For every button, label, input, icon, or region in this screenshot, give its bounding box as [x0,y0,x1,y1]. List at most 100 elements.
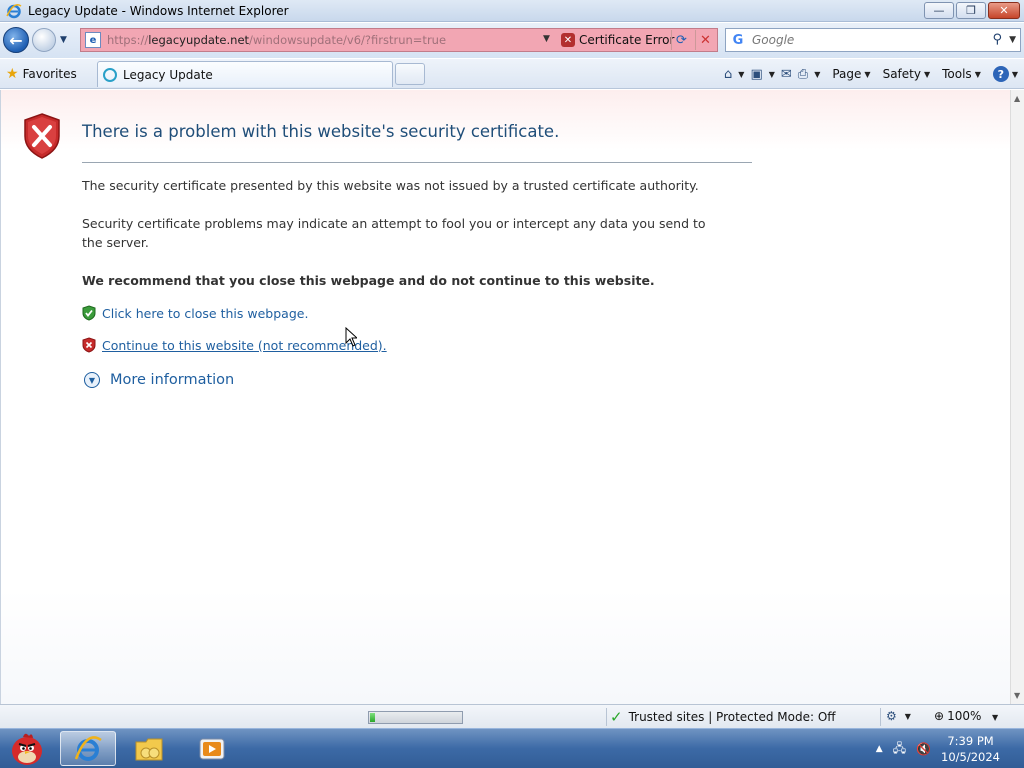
address-dropdown[interactable]: ▼ [543,34,550,44]
zoom-dropdown[interactable]: ▼ [992,713,998,722]
star-icon: ★ [6,66,19,82]
home-dropdown[interactable]: ▼ [738,70,744,79]
stop-button[interactable]: ✕ [695,30,715,50]
chevron-down-icon: ▼ [923,69,931,79]
status-separator [606,708,607,726]
favorites-label: Favorites [22,67,77,81]
progress-bar [368,711,463,724]
command-bar-tools: ⌂ ▼ ▣ ▼ ✉ ⎙ ▼ Page ▼ Safety ▼ Tools ▼ ? ▼ [724,63,1018,85]
tab-label: Legacy Update [123,67,213,82]
minimize-button[interactable]: — [924,2,954,19]
google-icon: G [732,32,744,48]
status-separator [880,708,881,726]
cert-error-icon: ✕ [561,33,575,47]
vertical-scrollbar[interactable]: ▲ ▼ [1010,90,1024,704]
clock-date: 10/5/2024 [941,750,1000,764]
help-menu[interactable]: ? ▼ [992,66,1018,82]
shield-error-icon [24,113,60,159]
back-arrow-icon: ← [9,30,23,50]
safety-menu-label: Safety [882,67,921,81]
search-icon[interactable]: ⚲ [992,32,1002,47]
folder-icon [135,738,163,760]
new-tab-button[interactable] [395,63,425,85]
recent-pages-dropdown[interactable]: ▼ [60,35,67,45]
divider [82,162,752,163]
command-bar: ★ Favorites Legacy Update ⌂ ▼ ▣ ▼ ✉ ⎙ ▼ … [0,59,1024,89]
chevron-down-icon: ▼ [974,69,981,79]
forward-button[interactable] [32,28,56,52]
taskbar-media-player-button[interactable] [184,731,240,766]
stop-icon: ✕ [700,32,711,48]
mouse-cursor-icon [345,327,357,347]
chevron-down-icon: ▼ [1011,69,1018,79]
feeds-dropdown[interactable]: ▼ [769,70,775,79]
print-dropdown[interactable]: ▼ [814,70,820,79]
clock[interactable]: 7:39 PM 10/5/2024 [941,733,1000,765]
clock-time: 7:39 PM [947,734,994,748]
tools-menu[interactable]: Tools ▼ [942,67,981,81]
more-information-toggle[interactable]: ▼ More information [84,372,234,388]
refresh-button[interactable]: ⟳ [671,30,691,50]
description-paragraph: The security certificate presented by th… [82,178,699,193]
close-window-button[interactable]: ✕ [988,2,1020,19]
print-icon[interactable]: ⎙ [798,67,808,82]
navigation-bar: ← ▼ e https://legacyupdate.net/windowsup… [0,23,1024,58]
checkmark-icon: ✓ [610,708,623,726]
page-menu[interactable]: Page ▼ [832,67,870,81]
search-options-dropdown[interactable]: ▼ [1009,35,1016,45]
page-menu-label: Page [832,67,862,81]
scroll-down-icon[interactable]: ▼ [1014,691,1020,700]
tab-legacy-update[interactable]: Legacy Update [97,61,393,87]
manage-addons[interactable]: ⚙ ▼ [886,709,911,723]
scroll-up-icon[interactable]: ▲ [1014,94,1020,103]
mail-icon[interactable]: ✉ [781,67,792,82]
start-button[interactable] [4,730,50,768]
shield-ok-icon [82,305,96,321]
back-button[interactable]: ← [3,27,29,53]
taskbar: ▲ 🖧 🔇 7:39 PM 10/5/2024 [0,728,1024,768]
taskbar-ie-button[interactable] [60,731,116,766]
angry-bird-start-icon [12,733,42,765]
close-webpage-option[interactable]: Click here to close this webpage. [82,305,308,321]
show-hidden-icons-button[interactable]: ▲ [876,744,883,754]
search-input[interactable]: Google [752,33,794,47]
gear-icon: ⚙ [886,709,897,723]
progress-fill [370,713,375,722]
rss-icon[interactable]: ▣ [750,67,762,82]
title-bar: Legacy Update - Windows Internet Explore… [0,0,1024,22]
taskbar-explorer-button[interactable] [122,731,178,766]
security-zone[interactable]: ✓ Trusted sites | Protected Mode: Off [610,708,836,726]
search-box[interactable]: G Google ⚲ ▼ [725,28,1021,52]
url-field[interactable]: https://legacyupdate.net/windowsupdate/v… [107,33,527,47]
status-bar: ✓ Trusted sites | Protected Mode: Off ⚙ … [0,704,1024,728]
favorites-button[interactable]: ★ Favorites [6,64,77,84]
refresh-icon: ⟳ [676,32,687,48]
help-icon: ? [992,66,1009,82]
safety-menu[interactable]: Safety ▼ [883,67,931,81]
address-bar[interactable]: e https://legacyupdate.net/windowsupdate… [80,28,718,52]
certificate-error-button[interactable]: ✕ Certificate Error [561,29,674,51]
url-prefix: https:// [107,33,149,47]
home-icon[interactable]: ⌂ [724,67,732,82]
chevron-down-icon: ▼ [904,711,911,721]
media-player-icon [199,738,225,759]
zoom-control[interactable]: ⊕ 100% [934,709,981,723]
page-title: There is a problem with this website's s… [82,122,560,141]
ie-icon [74,735,102,761]
more-information-label: More information [110,372,235,388]
system-tray: ▲ 🖧 🔇 7:39 PM 10/5/2024 [876,729,1024,768]
volume-muted-icon[interactable]: 🔇 [916,742,931,756]
continue-website-option[interactable]: Continue to this website (not recommende… [82,337,387,353]
window-title: Legacy Update - Windows Internet Explore… [28,3,289,18]
zone-text: Trusted sites | Protected Mode: Off [628,710,836,724]
recommendation-text: We recommend that you close this webpage… [82,273,655,288]
zoom-icon: ⊕ [934,709,945,723]
network-icon[interactable]: 🖧 [893,739,906,760]
restore-button[interactable]: ❐ [956,2,986,19]
expand-circle-icon: ▼ [84,372,100,388]
continue-website-link[interactable]: Continue to this website (not recommende… [102,338,387,353]
url-path: /windowsupdate/v6/?firstrun=true [249,33,447,47]
loading-icon [103,67,117,82]
shield-error-icon [82,337,96,353]
close-webpage-link[interactable]: Click here to close this webpage. [102,306,308,321]
